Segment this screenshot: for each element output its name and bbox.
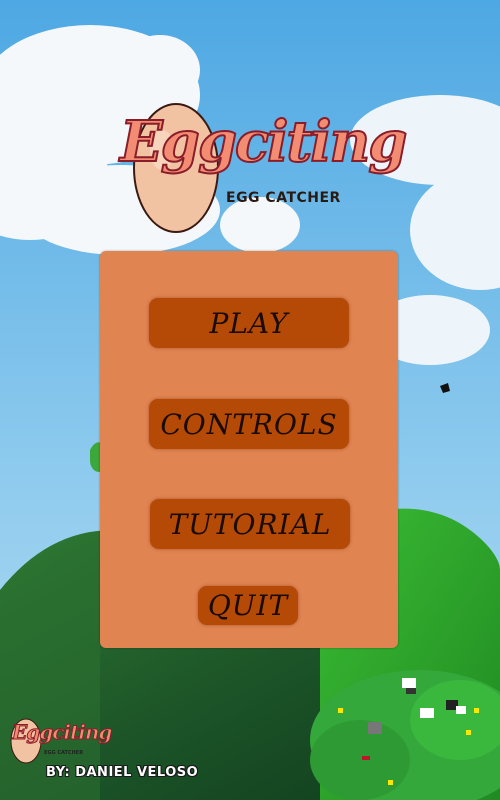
play-button[interactable]: PLAY — [149, 298, 349, 348]
credit-logo-title: Eggciting — [11, 720, 112, 744]
main-menu-panel: PLAY CONTROLS TUTORIAL QUIT — [100, 251, 398, 648]
author-credit: BY: DANIEL VELOSO — [46, 765, 199, 780]
controls-button[interactable]: CONTROLS — [149, 399, 349, 449]
quit-button[interactable]: QUIT — [198, 586, 298, 625]
credit-logo-subtitle: EGG CATCHER — [44, 750, 84, 756]
credit-logo: Eggciting EGG CATCHER — [8, 716, 113, 766]
game-logo: Eggciting EGG CATCHER — [118, 98, 408, 238]
logo-subtitle: EGG CATCHER — [226, 190, 341, 206]
logo-title: Eggciting — [119, 109, 408, 175]
tutorial-button[interactable]: TUTORIAL — [150, 499, 350, 549]
